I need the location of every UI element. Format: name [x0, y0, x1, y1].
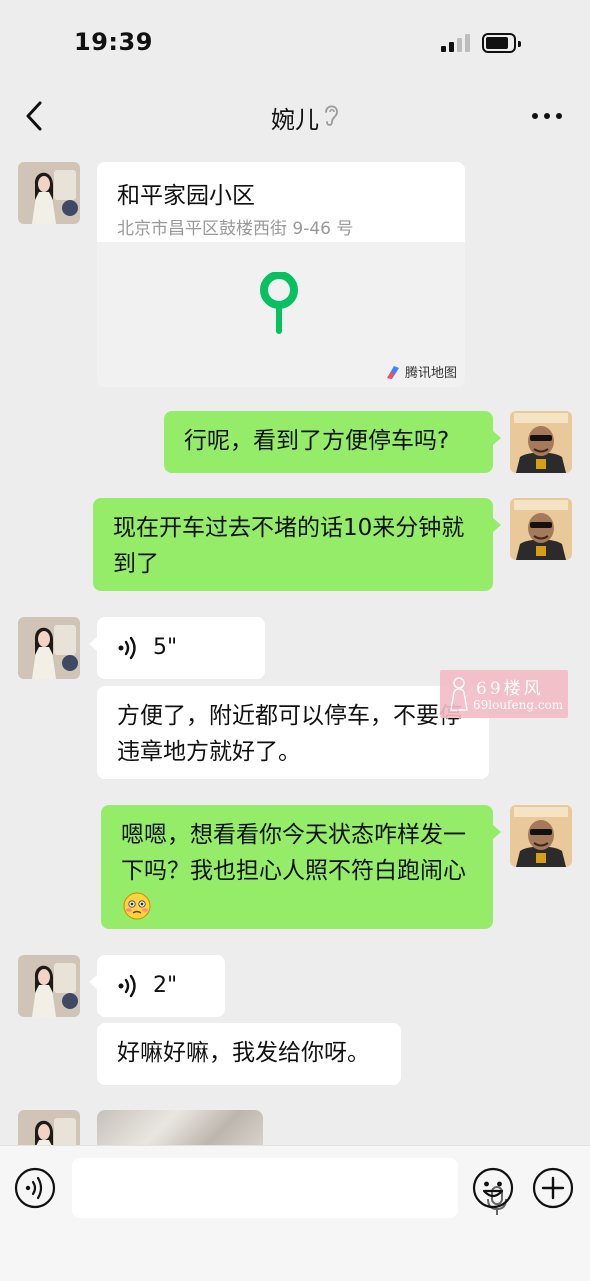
location-name: 和平家园小区: [117, 183, 255, 209]
voice-wave-icon: [118, 974, 136, 998]
tencent-map-logo-icon: [386, 365, 399, 379]
map-provider: 腾讯地图: [385, 362, 457, 381]
my-avatar[interactable]: [510, 411, 572, 473]
contact-avatar[interactable]: [18, 955, 80, 1017]
image-message[interactable]: [97, 1110, 263, 1145]
voice-message[interactable]: 2": [89, 955, 225, 1017]
message-bubble-outgoing[interactable]: 嗯嗯，想看看你今天状态咋样发一下吗？我也担心人照不符白跑闹心: [101, 805, 501, 931]
my-avatar[interactable]: [510, 805, 572, 867]
flushed-face-emoji: [123, 892, 151, 931]
my-avatar[interactable]: [510, 498, 572, 560]
ear-icon: [322, 102, 340, 128]
nav-bar: 婉儿: [0, 88, 590, 144]
message-bubble-incoming[interactable]: 方便了，附近都可以停车，不要停违章地方就好了。: [97, 686, 489, 779]
location-card[interactable]: 和平家园小区 北京市昌平区鼓楼西街 9-46 号 腾讯地图: [97, 162, 465, 387]
voice-message[interactable]: 5": [89, 617, 265, 679]
contact-avatar[interactable]: [18, 1110, 80, 1145]
contact-avatar[interactable]: [18, 617, 80, 679]
smiley-icon[interactable]: [472, 1167, 514, 1213]
location-map: 腾讯地图: [97, 242, 465, 387]
map-pin-icon: [259, 271, 299, 340]
message-bubble-outgoing[interactable]: 现在开车过去不堵的话10来分钟就到了: [93, 498, 501, 591]
battery-icon: [482, 33, 521, 53]
status-time: 19:39: [74, 28, 153, 56]
message-bubble-outgoing[interactable]: 行呢，看到了方便停车吗?: [164, 411, 501, 473]
status-bar: 19:39: [0, 0, 590, 88]
location-address: 北京市昌平区鼓楼西街 9-46 号: [117, 219, 354, 239]
message-input[interactable]: [72, 1158, 507, 1218]
plus-circle-icon[interactable]: [532, 1167, 574, 1213]
message-bubble-incoming[interactable]: 好嘛好嘛，我发给你呀。: [97, 1023, 401, 1085]
more-icon[interactable]: [530, 102, 564, 130]
figure-logo-icon: [450, 677, 468, 711]
voice-duration: 5": [153, 635, 178, 660]
chat-title: 婉儿: [271, 106, 319, 134]
voice-input-icon[interactable]: [14, 1167, 56, 1213]
chat-area[interactable]: 和平家园小区 北京市昌平区鼓楼西街 9-46 号 腾讯地图 行呢，看到了方便停车…: [0, 145, 590, 1145]
contact-avatar[interactable]: [18, 162, 80, 224]
watermark: 69楼风 69loufeng.com: [440, 670, 568, 718]
input-bar: [0, 1145, 590, 1281]
signal-icon: [441, 34, 471, 52]
voice-duration: 2": [153, 973, 178, 998]
voice-wave-icon: [118, 636, 136, 660]
